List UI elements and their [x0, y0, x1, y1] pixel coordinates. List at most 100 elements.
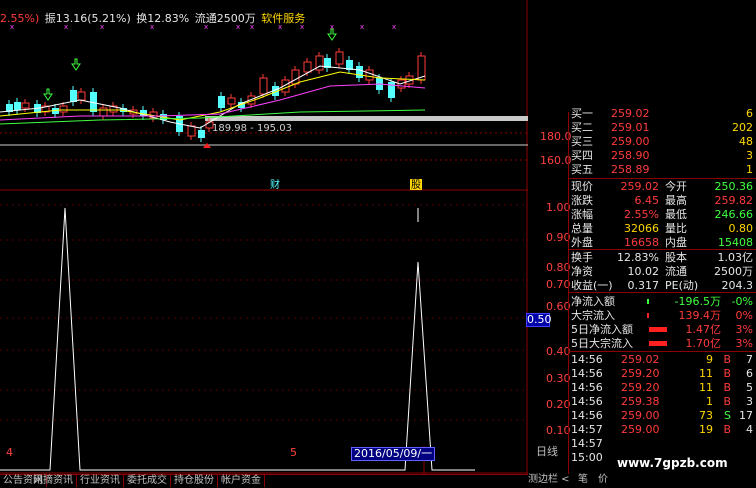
- bid-row[interactable]: 买二 259.01 202: [569, 121, 756, 134]
- tab-orders[interactable]: 委托成交: [124, 475, 171, 487]
- tick-count: 7: [746, 353, 753, 366]
- quote-label-2: 最低: [665, 208, 687, 221]
- candle-up: [291, 69, 300, 85]
- price-tab[interactable]: 价: [598, 474, 608, 486]
- bid-label: 买一: [571, 107, 593, 120]
- tick-time: 14:56: [571, 367, 603, 380]
- fund-flow-bar: [649, 341, 667, 346]
- tick-row[interactable]: 14:56 259.00 73 S 17: [569, 409, 756, 422]
- tick-volume: 11: [699, 367, 713, 380]
- quote-row[interactable]: 外盘 16658 内盘 15408: [569, 236, 756, 249]
- stats-value-2: 204.3: [721, 279, 754, 292]
- stats-row[interactable]: 收益(一) 0.317 PE(动) 204.3: [569, 279, 756, 292]
- tick-time: 15:00: [571, 451, 603, 464]
- stats-value-2: 2500万: [714, 265, 753, 278]
- tick-time: 14:56: [571, 395, 603, 408]
- tick-row[interactable]: 14:56 259.20 11 B 5: [569, 381, 756, 394]
- tick-row[interactable]: 14:57 259.00 19 B 4: [569, 423, 756, 436]
- tick-time: 14:57: [571, 437, 603, 450]
- bid-row[interactable]: 买三 259.00 48: [569, 135, 756, 148]
- fund-flow-row[interactable]: 大宗流入 139.4万 0%: [569, 309, 756, 322]
- stats-row[interactable]: 换手 12.83% 股本 1.03亿: [569, 251, 756, 264]
- tab-account-funds[interactable]: 帐户资金: [218, 475, 265, 487]
- tick-time: 14:56: [571, 409, 603, 422]
- tick-price: 259.00: [621, 423, 660, 436]
- quote-value: 6.45: [634, 194, 660, 207]
- tick-price: 259.20: [621, 367, 660, 380]
- tick-side: B: [723, 353, 731, 366]
- tab-web-news[interactable]: 网摘资讯: [30, 475, 77, 487]
- quote-row[interactable]: 总量 32066 量比 0.80: [569, 222, 756, 235]
- candle-down: [356, 66, 363, 78]
- candle-up: [227, 97, 236, 105]
- bid-row[interactable]: 买五 258.89 1: [569, 163, 756, 176]
- sector[interactable]: 软件服务: [261, 12, 305, 25]
- amplitude: 振13.16(5.21%): [44, 12, 131, 25]
- candle-up: [335, 51, 344, 65]
- fund-flow-label: 5日大宗流入: [571, 337, 633, 350]
- bid-label: 买二: [571, 121, 593, 134]
- tick-row[interactable]: 14:56 259.02 9 B 7: [569, 353, 756, 366]
- quote-label-2: 量比: [665, 222, 687, 235]
- bid-volume: 48: [739, 135, 753, 148]
- tick-row[interactable]: 14:57: [569, 437, 756, 450]
- stats-row[interactable]: 净资 10.02 流通 2500万: [569, 265, 756, 278]
- indicator-scale-label: 1.00: [546, 201, 571, 214]
- tick-row[interactable]: 14:56 259.38 1 B 3: [569, 395, 756, 408]
- watermark: www.7gpzb.com: [617, 456, 728, 470]
- ma10-line: [0, 71, 426, 121]
- tick-side: B: [723, 367, 731, 380]
- fund-flow-row[interactable]: 净流入额 -196.5万 -0%: [569, 295, 756, 308]
- daily-period-button[interactable]: 日线: [528, 446, 568, 458]
- ma20-line: [0, 83, 426, 121]
- bid-row[interactable]: 买四 258.90 3: [569, 149, 756, 162]
- bid-label: 买五: [571, 163, 593, 176]
- fund-flow-value: 1.47亿: [685, 323, 722, 336]
- tick-count: 3: [746, 395, 753, 408]
- fund-flow-row[interactable]: 5日净流入额 1.47亿 3%: [569, 323, 756, 336]
- quote-row[interactable]: 涨幅 2.55% 最低 246.66: [569, 208, 756, 221]
- tick-side: S: [724, 409, 731, 422]
- event-tag-finance[interactable]: 财: [270, 178, 280, 191]
- chart-area[interactable]: x x x x x x x x x x x x189.98 - 195.03财股: [0, 0, 528, 474]
- tick-volume: 73: [699, 409, 713, 422]
- candle-down: [14, 102, 21, 110]
- tick-row[interactable]: 14:56 259.20 11 B 6: [569, 367, 756, 380]
- tick-count: 17: [739, 409, 753, 422]
- indicator-scale-label: 0.20: [546, 398, 571, 411]
- tick-time: 14:56: [571, 353, 603, 366]
- candle-down: [218, 96, 225, 108]
- indicator-scale-label: 0.80: [546, 261, 571, 274]
- sidebar-toggle[interactable]: 测边栏 <: [528, 474, 570, 486]
- tick-tab[interactable]: 笔: [578, 474, 588, 486]
- price-scale-label: 180.0: [540, 130, 572, 143]
- bid-volume: 202: [732, 121, 753, 134]
- tick-volume: 1: [706, 395, 713, 408]
- tick-volume: 9: [706, 353, 713, 366]
- candle-up: [99, 107, 108, 117]
- quote-value: 16658: [624, 236, 659, 249]
- bid-label: 买四: [571, 149, 593, 162]
- quote-row[interactable]: 现价 259.02 今开 250.36: [569, 180, 756, 193]
- fund-flow-row[interactable]: 5日大宗流入 1.70亿 3%: [569, 337, 756, 350]
- event-marker: x: [392, 23, 396, 31]
- bid-row[interactable]: 买一 259.02 6: [569, 107, 756, 120]
- fund-flow-value: 139.4万: [678, 309, 722, 322]
- quote-panel: 买一 259.02 6 买二 259.01 202 买三 259.00 48 买四 258.90 3 买…: [568, 107, 756, 474]
- event-tag-stock[interactable]: 股: [411, 179, 421, 191]
- tick-price: 259.38: [621, 395, 660, 408]
- tick-volume: 11: [699, 381, 713, 394]
- fund-flow-bar: [647, 299, 649, 304]
- tab-industry-news[interactable]: 行业资讯: [77, 475, 124, 487]
- quote-label-2: 内盘: [665, 236, 687, 249]
- fund-flow-label: 大宗流入: [571, 309, 615, 322]
- tab-holdings[interactable]: 持仓股份: [171, 475, 218, 487]
- tick-price: 259.20: [621, 381, 660, 394]
- fund-flow-pct: -0%: [731, 295, 753, 308]
- quote-row[interactable]: 涨跌 6.45 最高 259.82: [569, 194, 756, 207]
- tick-count: 5: [746, 381, 753, 394]
- stats-label-2: 流通: [665, 265, 687, 278]
- panel-separator: [569, 351, 756, 352]
- candle-up: [187, 125, 196, 137]
- candle-up: [21, 102, 30, 109]
